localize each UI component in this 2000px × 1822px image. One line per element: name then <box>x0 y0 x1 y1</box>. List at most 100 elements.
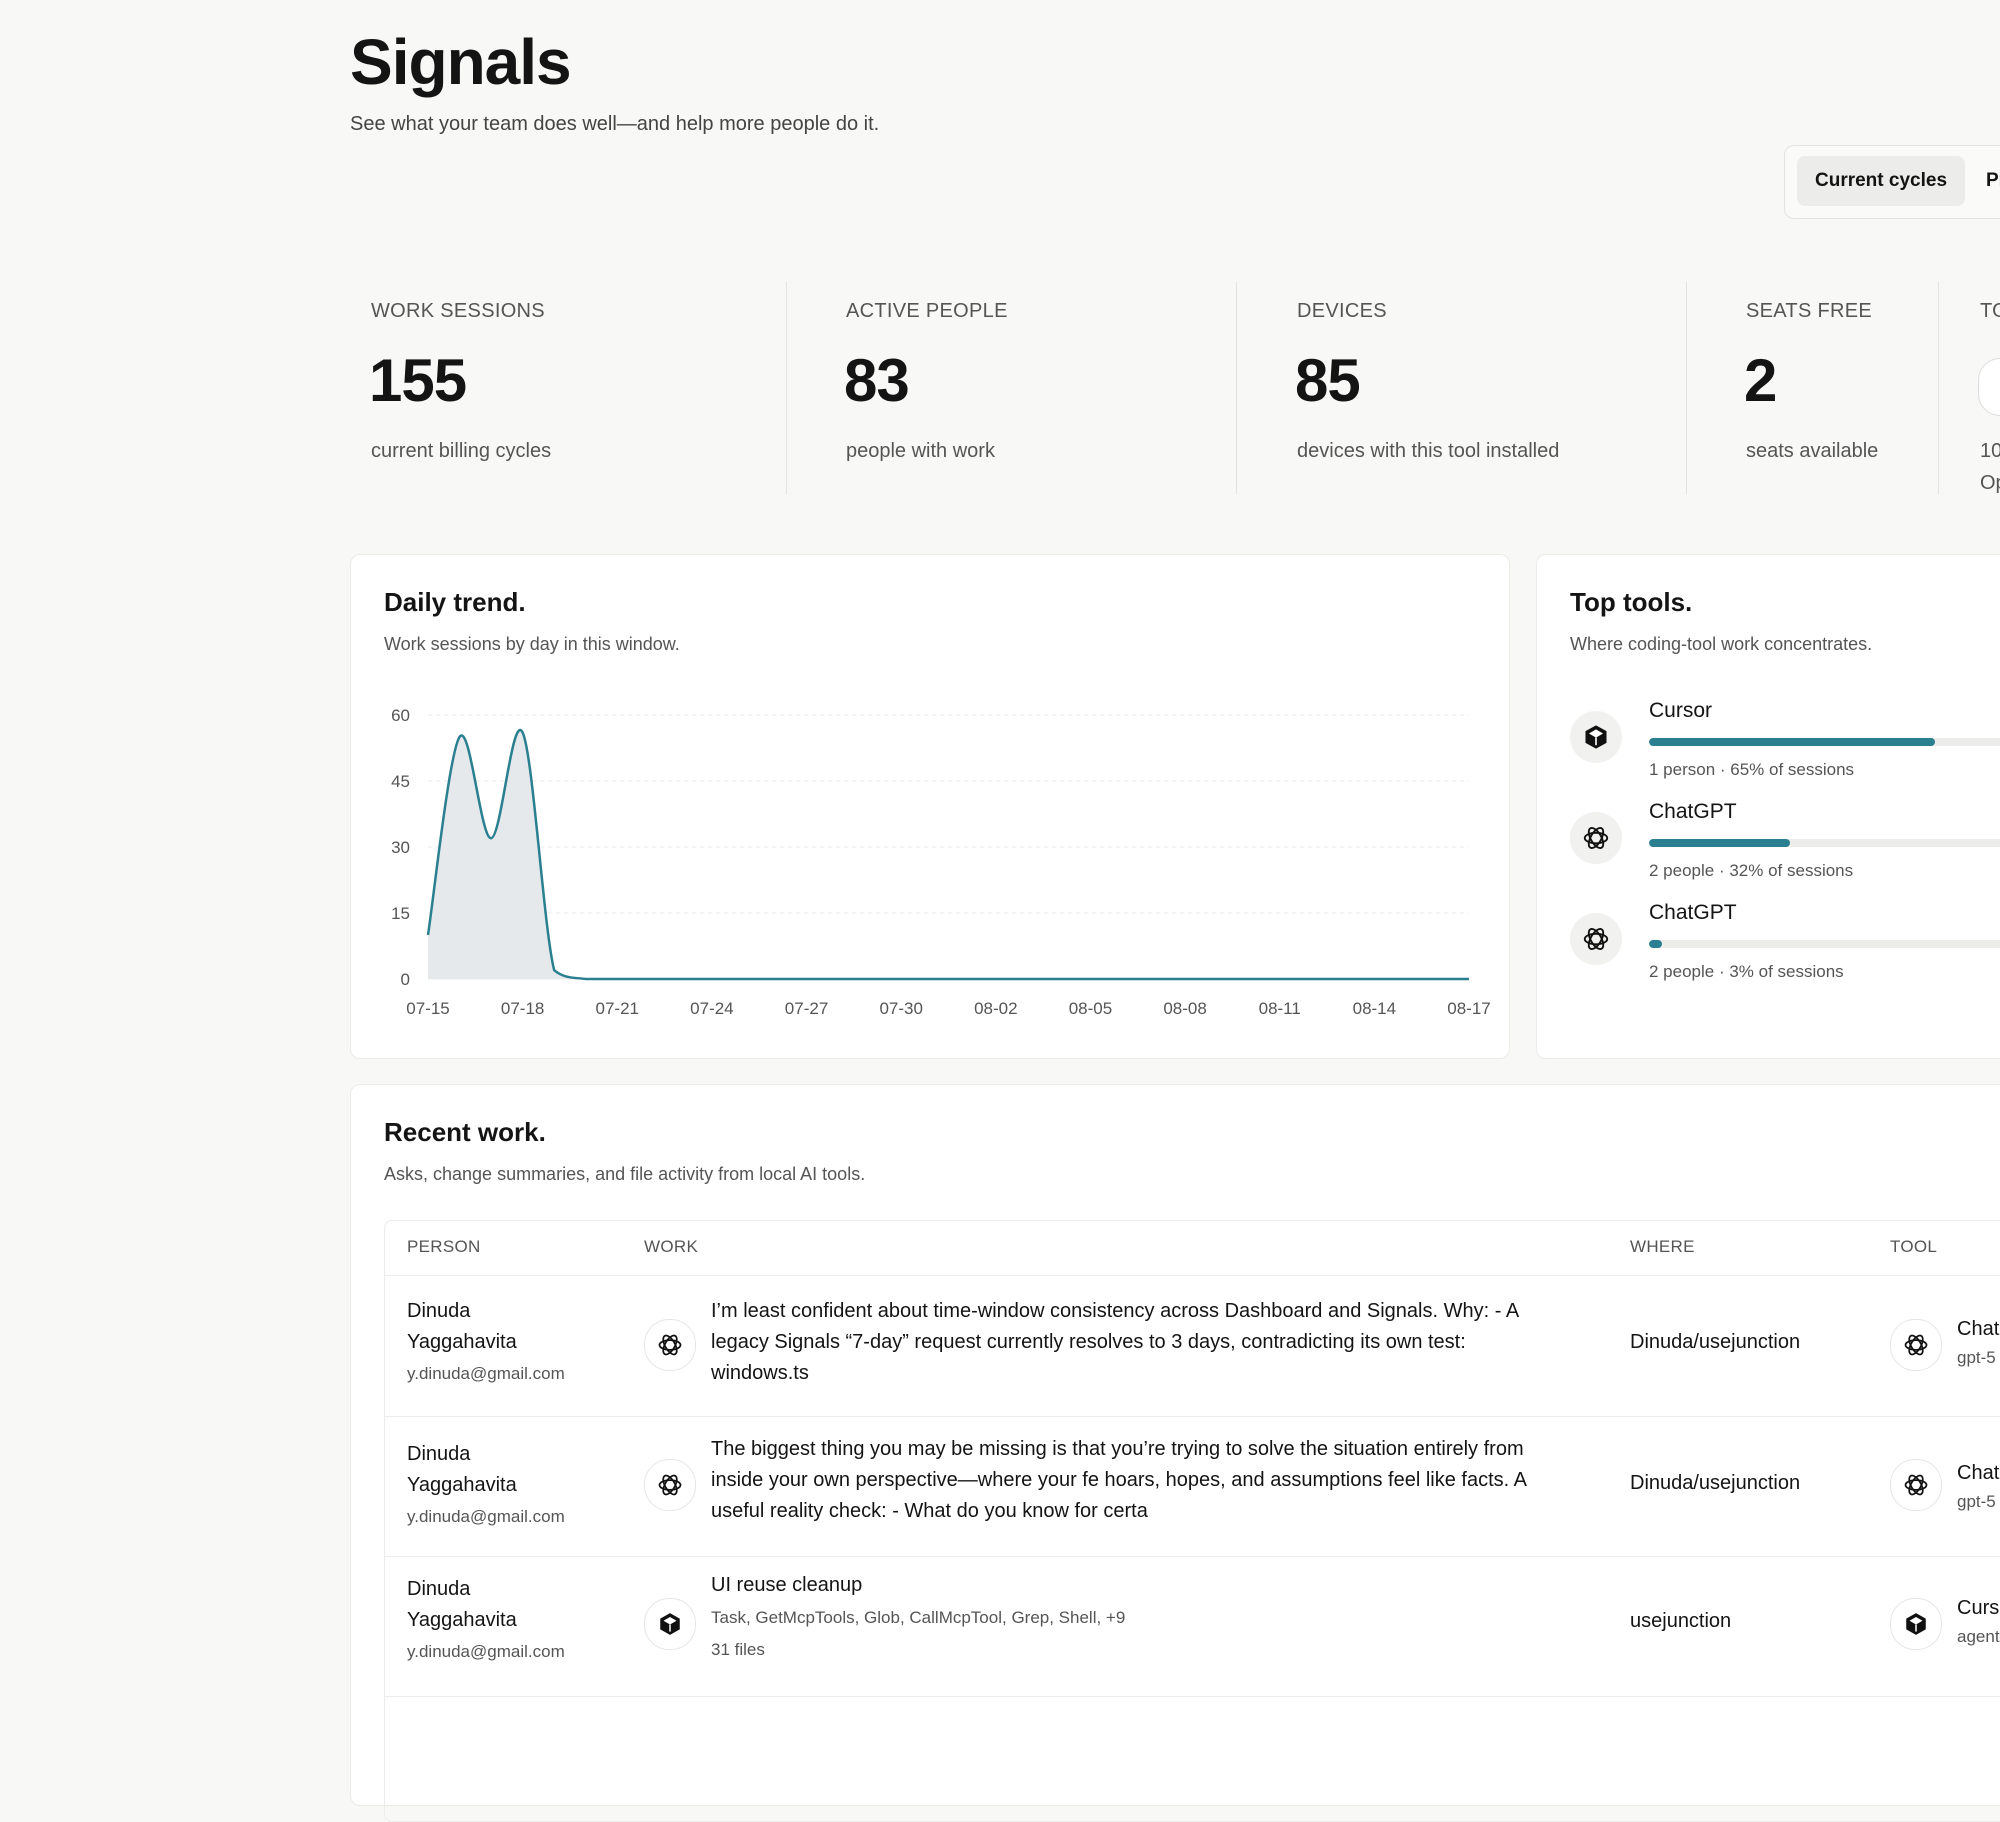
work-summary: I’m least confident about time-window co… <box>711 1300 1519 1384</box>
stat-desc: people with work <box>846 440 995 462</box>
openai-icon <box>1570 812 1622 864</box>
tool-name: Cursor <box>1649 699 1713 722</box>
column-header-person[interactable]: PERSON <box>407 1237 481 1257</box>
tool-model: agent <box>1957 1627 2000 1646</box>
x-tick-label: 08-14 <box>1353 999 1396 1018</box>
tool-name: Chat <box>1957 1318 2000 1340</box>
work-title: UI reuse cleanup <box>711 1574 863 1596</box>
column-header-work[interactable]: WORK <box>644 1237 698 1257</box>
stat-value: 85 <box>1295 347 1361 414</box>
recent-work-table: PERSON WORK WHERE TOOL Dinuda Yaggahavit… <box>384 1220 2000 1822</box>
tab-previous[interactable]: Pr <box>1986 156 2000 206</box>
work-summary: The biggest thing you may be missing is … <box>711 1438 1526 1522</box>
page-title: Signals <box>350 26 572 98</box>
range-selector: Current cycles Pr <box>1784 145 2000 219</box>
recent-work-card: Recent work. Asks, change summaries, and… <box>350 1084 2000 1822</box>
person-first-name: Dinuda <box>407 1300 471 1322</box>
top-tools-card: Top tools. Where coding-tool work concen… <box>1536 554 2000 1059</box>
tool-meta: 1 person · 65% of sessions <box>1649 760 1855 779</box>
openai-icon <box>1890 1459 1942 1511</box>
y-tick-label: 15 <box>391 904 410 923</box>
divider <box>1236 282 1237 494</box>
x-tick-label: 07-27 <box>785 999 828 1018</box>
y-tick-label: 45 <box>391 772 410 791</box>
stats-row: WORK SESSIONS 155 current billing cycles… <box>350 282 2000 494</box>
y-tick-label: 60 <box>391 706 410 725</box>
stat-label: DEVICES <box>1297 300 1387 322</box>
x-tick-label: 07-21 <box>596 999 639 1018</box>
column-header-where[interactable]: WHERE <box>1630 1237 1695 1257</box>
daily-trend-card: Daily trend. Work sessions by day in thi… <box>350 554 1510 1059</box>
work-file-count: 31 files <box>711 1640 765 1659</box>
stat-desc: Op <box>1980 472 2000 494</box>
stat-label: TO <box>1980 300 2000 322</box>
person-first-name: Dinuda <box>407 1443 471 1465</box>
person-last-name: Yaggahavita <box>407 1331 517 1353</box>
cursor-icon <box>1570 711 1622 763</box>
person-first-name: Dinuda <box>407 1578 471 1600</box>
divider <box>786 282 787 494</box>
tool-share-bar <box>1649 738 2000 746</box>
stat-value: 2 <box>1744 347 1777 414</box>
openai-icon <box>644 1319 696 1371</box>
person-last-name: Yaggahavita <box>407 1474 517 1496</box>
y-tick-label: 30 <box>391 838 410 857</box>
tool-share-bar <box>1649 839 2000 847</box>
divider <box>385 1696 2000 1697</box>
x-tick-label: 07-15 <box>406 999 449 1018</box>
tool-meta: 2 people · 32% of sessions <box>1649 861 1854 880</box>
x-tick-label: 08-11 <box>1259 999 1301 1018</box>
table-row[interactable]: Dinuda Yaggahavita y.dinuda@gmail.com UI… <box>385 1557 2000 1697</box>
work-location: usejunction <box>1630 1610 1732 1632</box>
tool-name: ChatGPT <box>1649 800 1737 823</box>
x-tick-label: 07-24 <box>690 999 733 1018</box>
stat-label: WORK SESSIONS <box>371 300 545 322</box>
stat-desc: devices with this tool installed <box>1297 440 1560 462</box>
card-subtitle: Asks, change summaries, and file activit… <box>384 1164 866 1184</box>
trend-chart: 0 15 30 45 60 07-15 07-18 07-21 07-24 07-27 07-30 0… <box>391 706 1491 1018</box>
work-location: Dinuda/usejunction <box>1630 1472 1801 1494</box>
work-location: Dinuda/usejunction <box>1630 1331 1801 1353</box>
tool-model: gpt-5 <box>1957 1348 1996 1367</box>
stat-desc: current billing cycles <box>371 440 552 462</box>
stat-desc: 10 <box>1980 440 2000 462</box>
card-subtitle: Where coding-tool work concentrates. <box>1570 634 1873 654</box>
tool-model: gpt-5 <box>1957 1492 1996 1511</box>
openai-icon <box>1570 913 1622 965</box>
cursor-icon <box>644 1598 696 1650</box>
openai-icon <box>644 1459 696 1511</box>
tool-share-fill <box>1649 940 1663 948</box>
tab-current-cycles[interactable]: Current cycles <box>1797 156 1966 206</box>
tool-row-chatgpt[interactable]: ChatGPT 2 people · 32% of sessions <box>1570 800 2000 896</box>
work-tools-used: Task, GetMcpTools, Glob, CallMcpTool, Gr… <box>711 1608 1126 1627</box>
x-tick-label: 08-02 <box>974 999 1017 1018</box>
x-tick-label: 08-17 <box>1447 999 1490 1018</box>
column-header-tool[interactable]: TOOL <box>1890 1237 1937 1257</box>
person-last-name: Yaggahavita <box>407 1609 517 1631</box>
cursor-icon <box>1890 1598 1942 1650</box>
x-tick-label: 08-08 <box>1163 999 1206 1018</box>
tool-icon <box>1978 358 2000 416</box>
stat-desc: seats available <box>1746 440 1879 462</box>
divider <box>1686 282 1687 494</box>
tool-row-cursor[interactable]: Cursor 1 person · 65% of sessions <box>1570 699 2000 795</box>
divider <box>1938 282 1939 494</box>
tool-row-chatgpt[interactable]: ChatGPT 2 people · 3% of sessions <box>1570 901 2000 997</box>
card-title: Recent work. <box>384 1117 546 1147</box>
person-email: y.dinuda@gmail.com <box>407 1642 565 1661</box>
x-tick-label: 07-18 <box>501 999 544 1018</box>
tool-share-fill <box>1649 839 1790 847</box>
x-tick-label: 07-30 <box>879 999 922 1018</box>
tool-name: Curs <box>1957 1597 2000 1619</box>
x-tick-label: 08-05 <box>1069 999 1112 1018</box>
person-email: y.dinuda@gmail.com <box>407 1507 565 1526</box>
stat-value: 83 <box>844 347 910 414</box>
table-row[interactable]: Dinuda Yaggahavita y.dinuda@gmail.com Th… <box>385 1417 2000 1557</box>
tool-name: ChatGPT <box>1649 901 1737 924</box>
y-tick-label: 0 <box>401 970 410 989</box>
table-row[interactable]: Dinuda Yaggahavita y.dinuda@gmail.com I’… <box>385 1276 2000 1416</box>
tool-name: Chat <box>1957 1462 2000 1484</box>
tool-meta: 2 people · 3% of sessions <box>1649 962 1844 981</box>
person-email: y.dinuda@gmail.com <box>407 1364 565 1383</box>
series-area <box>428 730 1469 979</box>
